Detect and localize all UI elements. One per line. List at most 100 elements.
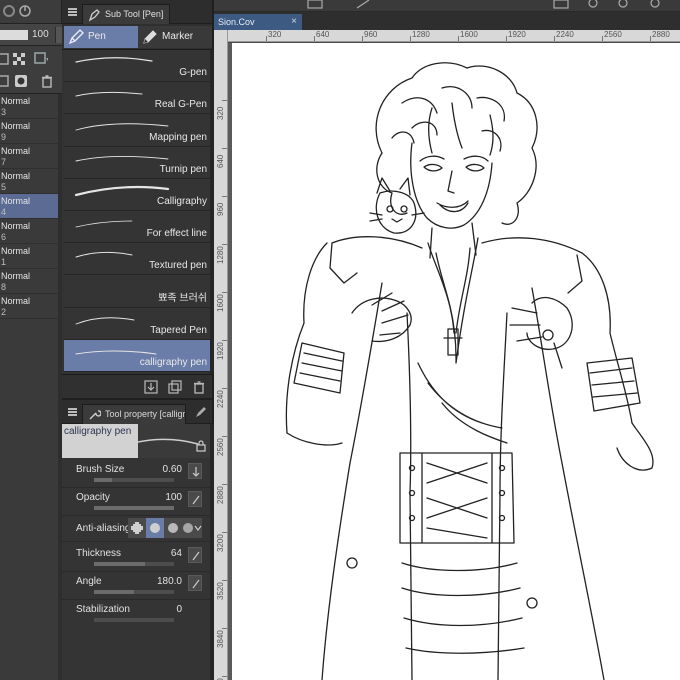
layer-opacity-control[interactable]: 100 xyxy=(0,24,62,46)
layer-row[interactable]: Normal 8 xyxy=(0,269,58,294)
layer-row[interactable]: Normal 7 xyxy=(0,144,58,169)
ruler-tick xyxy=(222,436,227,437)
angle-slider[interactable] xyxy=(94,590,174,594)
brush-item[interactable]: For effect line xyxy=(64,210,210,244)
vertical-ruler: 320 640 960 1280 1600 1920 2240 2560 2880 3200 352… xyxy=(214,30,228,680)
import-icon[interactable] xyxy=(144,380,158,394)
brush-item[interactable]: Tapered Pen xyxy=(64,307,210,340)
ruler-tick xyxy=(222,532,227,533)
layer-name: 4 xyxy=(1,207,7,217)
command-icon[interactable] xyxy=(646,0,664,10)
stabilization-label: Stabilization xyxy=(76,604,130,615)
trash-icon[interactable] xyxy=(40,74,54,88)
mask-icon[interactable] xyxy=(0,52,10,66)
ruler-label: 2560 xyxy=(216,438,225,456)
duplicate-icon[interactable] xyxy=(168,380,182,394)
group-marker[interactable]: Marker xyxy=(138,26,212,48)
layer-blend-mode: Normal xyxy=(1,246,31,256)
thickness-slider[interactable] xyxy=(94,562,174,566)
ruler-label: 1920 xyxy=(508,30,526,39)
command-icon[interactable] xyxy=(552,0,570,10)
layer-blend-mode: Normal xyxy=(1,171,31,181)
pressure-icon[interactable] xyxy=(188,575,202,591)
layer-row[interactable]: Normal 2 xyxy=(0,294,58,319)
ruler-tick xyxy=(602,36,603,41)
command-icon[interactable] xyxy=(354,0,372,10)
pressure-icon[interactable] xyxy=(188,547,202,563)
ruler-label: 960 xyxy=(216,202,225,216)
brush-item[interactable]: Textured pen xyxy=(64,243,210,276)
ruler-tick xyxy=(222,676,227,677)
checker-icon[interactable] xyxy=(12,52,26,66)
layer-settings-icon[interactable] xyxy=(2,4,16,18)
layer-opacity-stepper[interactable] xyxy=(55,27,62,43)
thickness-value[interactable]: 64 xyxy=(171,548,182,559)
stabilization-value[interactable]: 0 xyxy=(176,604,182,615)
brush-item[interactable]: G-pen xyxy=(64,50,210,83)
layer-row[interactable]: Normal 6 xyxy=(0,219,58,244)
layer-name: 2 xyxy=(1,307,7,317)
pressure-icon[interactable] xyxy=(188,491,202,507)
brush-name: Mapping pen xyxy=(149,131,207,143)
panel-menu-icon[interactable] xyxy=(68,8,77,16)
brush-preview: calligraphy pen xyxy=(62,424,212,458)
ruler-label: 1280 xyxy=(412,30,430,39)
layer-row[interactable]: Normal 3 xyxy=(0,94,58,119)
close-icon[interactable]: × xyxy=(291,14,297,30)
brush-name: 뾰족 브러쉬 xyxy=(158,292,207,304)
antialias-medium[interactable] xyxy=(164,518,182,538)
antialias-label: Anti-aliasing xyxy=(76,523,131,534)
antialias-medium-icon xyxy=(168,523,178,533)
ruler-label: 3520 xyxy=(216,582,225,600)
opacity-value[interactable]: 100 xyxy=(165,492,182,503)
lock-icon[interactable] xyxy=(196,440,206,452)
pen-icon[interactable] xyxy=(194,405,208,419)
ruler-tick xyxy=(222,388,227,389)
layer-blend-mode: Normal xyxy=(1,196,31,206)
trash-icon[interactable] xyxy=(192,380,206,394)
layer-sync-icon[interactable] xyxy=(18,4,32,18)
layer-row[interactable]: Normal 1 xyxy=(0,244,58,269)
brush-item[interactable]: Mapping pen xyxy=(64,114,210,147)
ruler-label: 2880 xyxy=(216,486,225,504)
command-icon[interactable] xyxy=(584,0,602,10)
tool-property-tab[interactable]: Tool property [calligraphy pen] xyxy=(82,404,186,424)
antialias-strong[interactable] xyxy=(182,518,194,538)
brush-size-slider[interactable] xyxy=(94,478,174,482)
angle-value[interactable]: 180.0 xyxy=(157,576,182,587)
layer-blend-mode: Normal xyxy=(1,271,31,281)
layer-blend-mode: Normal xyxy=(1,296,31,306)
pressure-icon[interactable] xyxy=(188,463,202,479)
brush-size-value[interactable]: 0.60 xyxy=(163,464,182,475)
antialias-weak[interactable] xyxy=(146,518,164,538)
layer-row[interactable]: Normal 5 xyxy=(0,169,58,194)
brush-item[interactable]: Turnip pen xyxy=(64,146,210,179)
stabilization-slider[interactable] xyxy=(94,618,174,622)
command-icon[interactable] xyxy=(614,0,632,10)
document-tab[interactable]: Sion.Cov × xyxy=(214,14,302,30)
chevron-down-icon[interactable] xyxy=(194,524,202,532)
subtool-tab[interactable]: Sub Tool [Pen] xyxy=(82,4,171,24)
layer-opacity-bar[interactable] xyxy=(0,30,28,40)
brush-list: G-pen Real G-Pen Mapping pen Turnip pen Call… xyxy=(64,50,210,372)
brush-item[interactable]: Real G-Pen xyxy=(64,82,210,115)
layer-row[interactable]: Normal 9 xyxy=(0,119,58,144)
group-pen[interactable]: Pen xyxy=(64,26,138,48)
brush-item[interactable]: 뾰족 브러쉬 xyxy=(64,275,210,308)
opacity-slider[interactable] xyxy=(94,506,174,510)
layer-name: 5 xyxy=(1,182,7,192)
tool-property-panel: Tool property [calligraphy pen] calligra… xyxy=(62,398,214,680)
antialias-options xyxy=(128,518,202,538)
brush-item[interactable]: calligraphy pen xyxy=(64,339,210,372)
command-icon[interactable] xyxy=(306,0,324,10)
layer-mask-icon[interactable] xyxy=(14,74,28,88)
layer-dropdown-icon[interactable] xyxy=(34,52,48,66)
antialias-none[interactable] xyxy=(128,518,146,538)
lineart-illustration xyxy=(285,62,654,680)
panel-menu-icon[interactable] xyxy=(68,408,77,416)
brush-item[interactable]: Calligraphy xyxy=(64,178,210,211)
brush-size-row: Brush Size 0.60 xyxy=(62,460,210,488)
new-layer-icon[interactable] xyxy=(0,74,10,88)
brush-stroke-preview xyxy=(75,57,153,63)
layer-row[interactable]: Normal 4 xyxy=(0,194,58,219)
